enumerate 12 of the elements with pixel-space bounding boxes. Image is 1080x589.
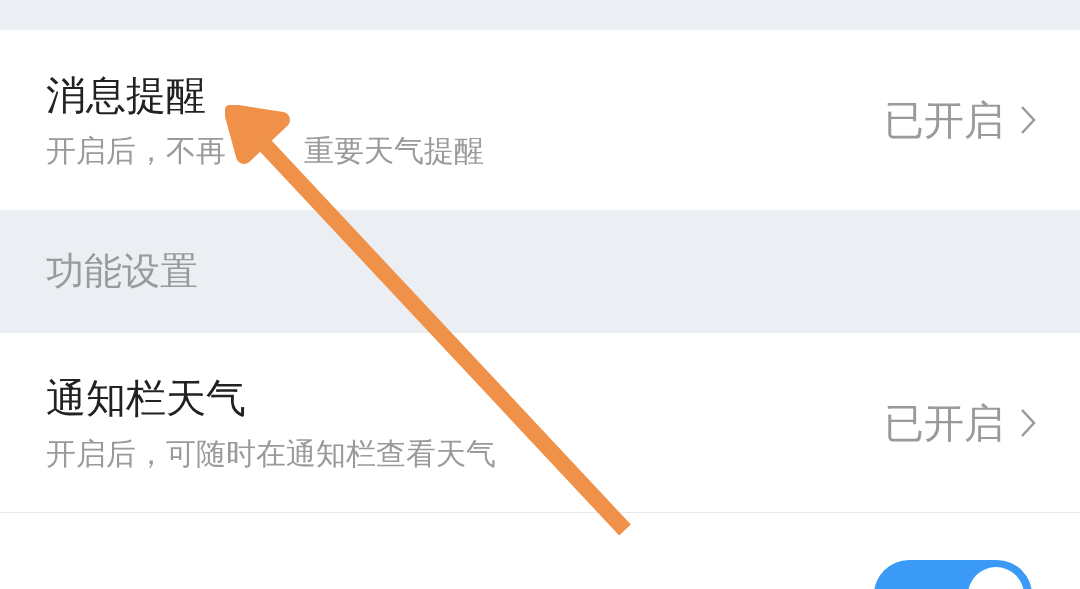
row-title: 消息提醒 <box>46 71 207 119</box>
section-header: 功能设置 <box>46 248 198 295</box>
settings-row[interactable]: 消息提醒 开启后，不再 重要天气提醒 已开启 <box>0 30 1080 210</box>
row-title: 通知栏天气 <box>46 373 247 422</box>
row-description: 重要天气提醒 <box>304 133 484 169</box>
settings-row[interactable]: 通知栏天气 开启后，可随时在通知栏查看天气 已开启 <box>0 333 1080 513</box>
row-status: 已开启 <box>884 96 1004 145</box>
row-description: 开启后，可随时在通知栏查看天气 <box>46 435 497 472</box>
row-description: 开启后，不再 <box>46 133 226 169</box>
chevron-icon <box>1020 105 1036 135</box>
row-status: 已开启 <box>884 398 1004 448</box>
chevron-icon <box>1020 407 1036 438</box>
